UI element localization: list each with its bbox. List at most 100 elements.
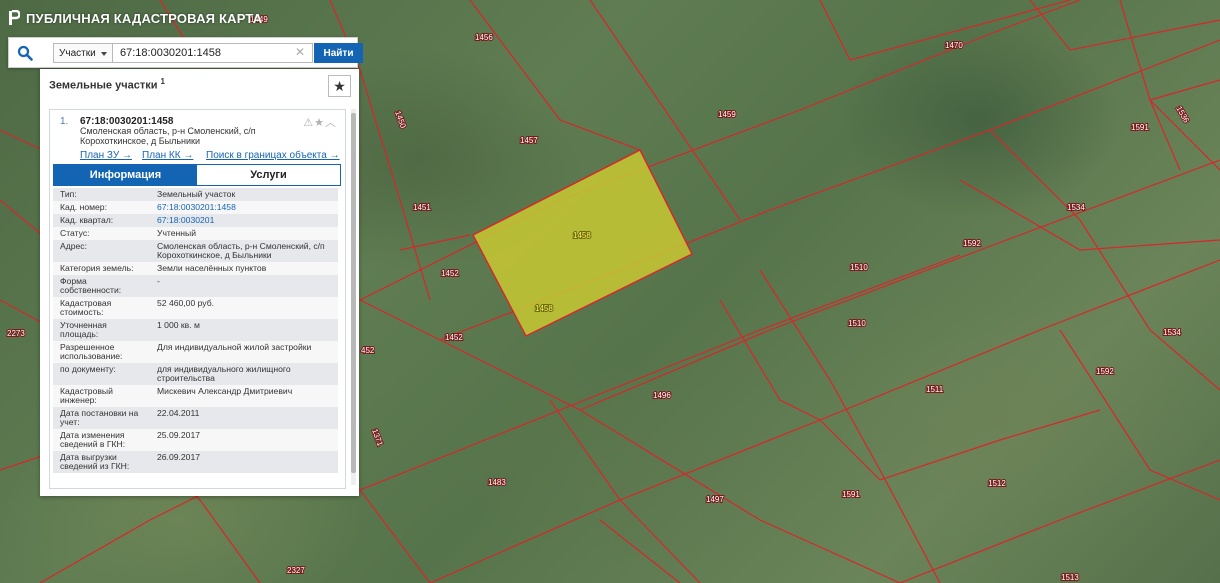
parcel-label: 1510 <box>850 263 868 272</box>
info-key: Дата изменения сведений в ГКН: <box>60 430 126 449</box>
result-actions: ⚠★︿ <box>303 114 337 130</box>
result-index: 1. <box>60 116 69 127</box>
info-row: Кад. квартал: 67:18:0030201 <box>53 214 338 227</box>
parcel-label: 1457 <box>520 136 538 145</box>
parcel-label: 1496 <box>653 391 671 400</box>
star-icon: ★ <box>333 77 346 94</box>
search-bar: Участки ✕ Найти <box>8 37 363 68</box>
object-type-select[interactable]: Участки <box>53 43 113 63</box>
info-key: Разрешенное использование: <box>60 342 123 361</box>
info-value: Земли населённых пунктов <box>157 263 267 273</box>
results-count: 1 <box>160 77 165 86</box>
info-row: Дата постановки на учет: 22.04.2011 <box>53 407 338 429</box>
parcel-label: 1371 <box>370 428 385 448</box>
info-key: Дата выгрузки сведений из ГКН: <box>60 452 130 471</box>
selected-parcel[interactable] <box>472 149 693 337</box>
result-tabs: Информация Услуги <box>53 164 341 186</box>
parcel-label: 2273 <box>7 329 25 338</box>
parcel-label: 2327 <box>287 566 305 575</box>
info-key: по документу: <box>60 364 116 374</box>
parcel-label: 1592 <box>963 239 981 248</box>
info-value: Мискевич Александр Дмитриевич <box>157 386 293 396</box>
plan-kk-link[interactable]: План КК → <box>142 150 193 161</box>
parcel-label: 1458 <box>573 231 591 240</box>
parcel-label: 1452 <box>445 333 463 342</box>
info-value: 22.04.2011 <box>157 408 200 418</box>
parcel-label: 1452 <box>441 269 459 278</box>
favorite-button[interactable]: ★ <box>328 75 351 97</box>
info-value: 25.09.2017 <box>157 430 201 440</box>
find-button[interactable]: Найти <box>314 43 363 63</box>
info-value: 52 460,00 руб. <box>157 298 215 308</box>
star-icon[interactable]: ★ <box>314 117 325 129</box>
info-key: Форма собственности: <box>60 276 122 295</box>
cadastre-logo-icon <box>9 10 20 25</box>
info-key: Адрес: <box>60 241 87 251</box>
info-key: Кад. квартал: <box>60 215 114 225</box>
parcel-label: 1512 <box>988 479 1006 488</box>
info-value: Учтенный <box>157 228 197 238</box>
info-row: Статус: Учтенный <box>53 227 338 240</box>
parcel-label: 1450 <box>393 110 408 130</box>
parcel-label: 1513 <box>1061 573 1079 582</box>
info-row: Адрес: Смоленская область, р-н Смоленский… <box>53 240 338 262</box>
info-value: Для индивидуальной жилой застройки <box>157 342 312 352</box>
info-key: Категория земель: <box>60 263 134 273</box>
info-value: Земельный участок <box>157 189 236 199</box>
parcel-label: 1591 <box>1131 123 1149 132</box>
parcel-label: 1451 <box>413 203 431 212</box>
panel-title-text: Земельные участки <box>49 79 158 92</box>
info-key: Статус: <box>60 228 90 238</box>
info-value[interactable]: 67:18:0030201 <box>150 214 338 227</box>
app-title: ПУБЛИЧНАЯ КАДАСТРОВАЯ КАРТА <box>26 10 263 26</box>
info-row: Кадастровая стоимость: 52 460,00 руб. <box>53 297 338 319</box>
parcel-label: 1470 <box>945 41 963 50</box>
parcel-label: 1511 <box>926 385 944 394</box>
parcel-label: 1459 <box>718 110 736 119</box>
info-row: Кад. номер: 67:18:0030201:1458 <box>53 201 338 214</box>
info-table: Тип: Земельный участок Кад. номер: 67:18:00… <box>53 188 338 473</box>
results-panel: Земельные участки 1 ★ 1. 67:18:0030201:1… <box>40 69 359 496</box>
app-header: ПУБЛИЧНАЯ КАДАСТРОВАЯ КАРТА <box>8 9 262 27</box>
info-row: Кадастровый инженер: Мискевич Александр Д… <box>53 385 338 407</box>
info-value: - <box>157 276 160 286</box>
warning-icon[interactable]: ⚠ <box>303 117 314 129</box>
parcel-label: 1483 <box>488 478 506 487</box>
info-row: Уточненная площадь: 1 000 кв. м <box>53 319 338 341</box>
parcel-label: 1536 <box>1174 105 1191 125</box>
chevron-down-icon <box>101 52 107 56</box>
search-input[interactable] <box>113 43 313 63</box>
parcel-label: 1456 <box>475 33 493 42</box>
plan-zu-link[interactable]: План ЗУ → <box>80 150 132 161</box>
result-address: Смоленская область, р-н Смоленский, с/п … <box>80 126 256 146</box>
parcel-label: 1510 <box>848 319 866 328</box>
parcel-label: 452 <box>361 346 375 355</box>
tab-info[interactable]: Информация <box>54 165 197 185</box>
result-card: 1. 67:18:0030201:1458 ⚠★︿ Смоленская обл… <box>49 109 346 489</box>
info-key: Дата постановки на учет: <box>60 408 139 427</box>
parcel-label: 1458 <box>535 304 553 313</box>
info-row: Тип: Земельный участок <box>53 188 338 201</box>
info-key: Тип: <box>60 189 77 199</box>
info-value[interactable]: 67:18:0030201:1458 <box>150 201 338 214</box>
info-row: по документу: для индивидуального жилищно… <box>53 363 338 385</box>
parcel-label: 1591 <box>842 490 860 499</box>
panel-title: Земельные участки 1 <box>49 77 165 92</box>
info-row: Категория земель: Земли населённых пункто… <box>53 262 338 275</box>
object-type-label: Участки <box>59 47 96 59</box>
scrollbar-thumb[interactable] <box>351 113 356 473</box>
parcel-label: 1497 <box>706 495 724 504</box>
tab-services[interactable]: Услуги <box>197 165 340 185</box>
info-key: Кадастровый инженер: <box>60 386 113 405</box>
search-in-bounds-link[interactable]: Поиск в границах объекта → <box>206 150 340 161</box>
info-value: Смоленская область, р-н Смоленский, с/п … <box>157 241 325 260</box>
search-icon[interactable] <box>17 45 33 61</box>
panel-scrollbar[interactable] <box>351 109 356 485</box>
info-key: Кадастровая стоимость: <box>60 298 112 317</box>
info-value: 26.09.2017 <box>157 452 201 462</box>
info-row: Разрешенное использование: Для индивидуал… <box>53 341 338 363</box>
clear-icon[interactable]: ✕ <box>295 45 305 59</box>
chevron-up-icon[interactable]: ︿ <box>325 117 337 129</box>
info-row: Дата изменения сведений в ГКН: 25.09.2017 <box>53 429 338 451</box>
info-key: Кад. номер: <box>60 202 107 212</box>
